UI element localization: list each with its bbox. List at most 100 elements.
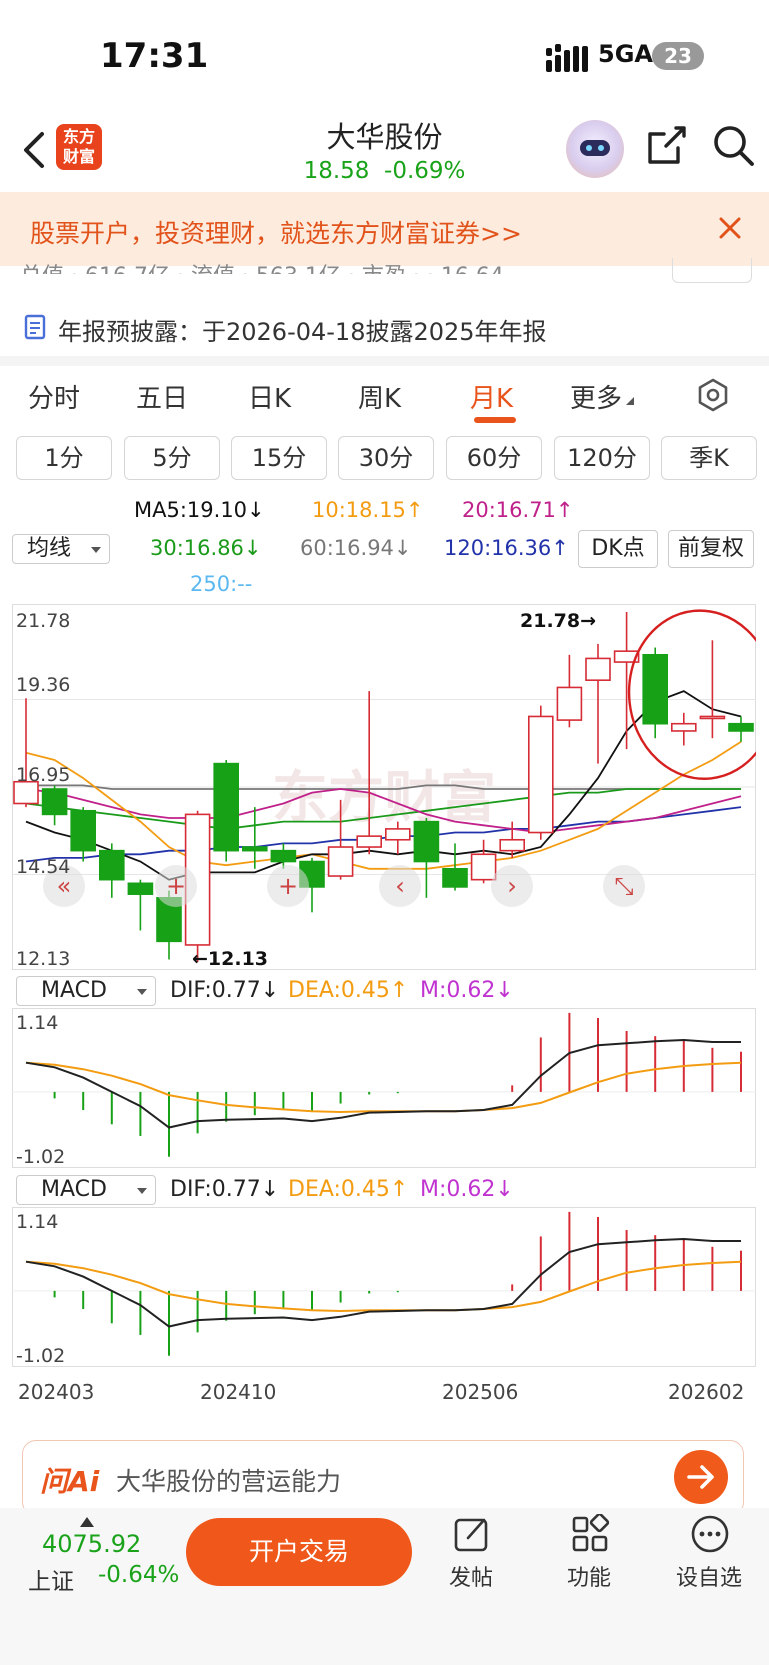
ma250-label: 250:-- bbox=[190, 572, 253, 596]
candle-body bbox=[70, 809, 97, 852]
close-icon[interactable] bbox=[716, 214, 744, 246]
candle-body bbox=[242, 846, 268, 852]
active-tab-indicator bbox=[474, 417, 516, 423]
candle-body bbox=[442, 867, 468, 888]
expand-icon-glyph: ⤡ bbox=[614, 872, 633, 900]
chevron-right-icon-glyph: › bbox=[507, 872, 517, 900]
tab-more[interactable]: 更多 bbox=[570, 378, 636, 415]
section-divider bbox=[0, 356, 769, 366]
period-120min[interactable]: 120分 bbox=[554, 436, 650, 480]
period-1min[interactable]: 1分 bbox=[16, 436, 112, 480]
y-tick-3: 16.95 bbox=[16, 764, 71, 786]
period-30min[interactable]: 30分 bbox=[338, 436, 434, 480]
ma10-label: 10:18.15↑ bbox=[312, 498, 424, 522]
tab-daily-k[interactable]: 日K bbox=[248, 378, 291, 415]
network-type: 5GA bbox=[598, 40, 653, 68]
ma60-label: 60:16.94↓ bbox=[300, 536, 412, 560]
search-icon[interactable] bbox=[712, 124, 756, 172]
candle-body bbox=[470, 853, 497, 881]
candle-body bbox=[99, 849, 125, 881]
kline-chart[interactable]: 东方财富« + + ‹ › ⤡ bbox=[12, 604, 756, 970]
period-5min[interactable]: 5分 bbox=[124, 436, 220, 480]
tab-more-label: 更多 bbox=[570, 384, 623, 414]
more-button-partial[interactable] bbox=[672, 258, 752, 283]
period-60min[interactable]: 60分 bbox=[446, 436, 542, 480]
ai-assistant-avatar[interactable] bbox=[566, 120, 624, 178]
edit-post-icon[interactable] bbox=[452, 1514, 492, 1558]
dea-label: DEA:0.45↑ bbox=[288, 978, 409, 1003]
candle-body bbox=[728, 722, 754, 732]
m-label: M:0.62↓ bbox=[420, 978, 514, 1003]
dif-label-2: DIF:0.77↓ bbox=[170, 1177, 280, 1202]
candle-body bbox=[585, 657, 611, 681]
y-tick-1: 21.78 bbox=[16, 610, 71, 632]
grid-icon[interactable] bbox=[570, 1512, 610, 1558]
ai-logo: 问Ai bbox=[40, 1465, 100, 1498]
annual-report-notice[interactable]: 年报预披露：于2026-04-18披露2025年年报 bbox=[58, 312, 547, 347]
gear-icon[interactable] bbox=[696, 378, 730, 416]
chevron-left-icon-glyph: ‹ bbox=[395, 872, 405, 900]
dropdown-caret-icon bbox=[137, 989, 147, 995]
tab-weekly-k[interactable]: 周K bbox=[358, 378, 401, 415]
status-time: 17:31 bbox=[100, 36, 209, 76]
dif-line bbox=[25, 1237, 741, 1328]
index-change[interactable]: -0.64% bbox=[98, 1562, 179, 1588]
macd-select-label: MACD bbox=[41, 1177, 107, 1202]
period-15min[interactable]: 15分 bbox=[231, 436, 327, 480]
index-value[interactable]: 4075.92 bbox=[42, 1530, 141, 1558]
macd-y-min: -1.02 bbox=[16, 1146, 66, 1168]
dropdown-caret-icon bbox=[91, 547, 101, 553]
dk-point-label: DK点 bbox=[591, 536, 645, 561]
macd-select-label: MACD bbox=[41, 978, 107, 1003]
candle-body bbox=[127, 882, 154, 895]
min-price-label: ←12.13 bbox=[192, 948, 269, 970]
valuation-row-partial: 总值 · 616.7亿 · 流值 · 563.1亿 · 市盈 · · 16.64 bbox=[20, 258, 504, 274]
stock-change: -0.69% bbox=[384, 158, 466, 184]
dk-point-button[interactable]: DK点 bbox=[578, 530, 658, 568]
triangle-icon bbox=[626, 397, 635, 405]
index-name[interactable]: 上证 bbox=[28, 1562, 74, 1596]
macd-chart[interactable] bbox=[12, 1008, 756, 1168]
tab-intraday[interactable]: 分时 bbox=[28, 378, 80, 415]
candle-body bbox=[384, 828, 411, 841]
candle-body bbox=[356, 835, 383, 848]
m-label-2: M:0.62↓ bbox=[420, 1177, 514, 1202]
nav-add-watchlist[interactable]: 设自选 bbox=[664, 1560, 754, 1592]
macd-y-max-2: 1.14 bbox=[16, 1211, 59, 1233]
y-tick-4: 14.54 bbox=[16, 856, 71, 878]
macd-select-2[interactable]: MACD bbox=[16, 1175, 156, 1205]
tab-monthly-k[interactable]: 月K bbox=[470, 378, 513, 415]
x-tick-3: 202506 bbox=[442, 1380, 519, 1404]
candle-body bbox=[327, 846, 354, 877]
ai-prompt-text[interactable]: 大华股份的营运能力 bbox=[116, 1462, 341, 1498]
arrow-right-icon[interactable] bbox=[674, 1450, 728, 1504]
macd-frame bbox=[12, 1008, 756, 1168]
macd-chart-2[interactable] bbox=[12, 1207, 756, 1367]
macd-frame bbox=[12, 1207, 756, 1367]
x-tick-4: 202602 bbox=[668, 1380, 745, 1404]
stock-price: 18.58 bbox=[303, 158, 370, 184]
candle-body bbox=[527, 715, 554, 834]
ma5-label: MA5:19.10↓ bbox=[134, 498, 265, 522]
nav-post[interactable]: 发帖 bbox=[426, 1560, 516, 1592]
more-dots-icon[interactable] bbox=[690, 1514, 730, 1558]
macd-select[interactable]: MACD bbox=[16, 976, 156, 1006]
open-account-trade-button[interactable]: 开户交易 bbox=[186, 1518, 412, 1586]
tab-five-day[interactable]: 五日 bbox=[136, 378, 188, 415]
candle-body bbox=[699, 715, 726, 720]
plus-icon-glyph: + bbox=[166, 872, 186, 900]
period-quarterly[interactable]: 季K bbox=[661, 436, 757, 480]
max-price-label: 21.78→ bbox=[520, 610, 597, 632]
candle-body bbox=[213, 762, 239, 852]
x-tick-2: 202410 bbox=[200, 1380, 277, 1404]
nav-functions[interactable]: 功能 bbox=[544, 1560, 634, 1592]
plus-icon-glyph: + bbox=[278, 872, 298, 900]
indicator-select[interactable]: 均线 bbox=[12, 534, 110, 564]
promo-banner-text[interactable]: 股票开户，投资理财，就选东方财富证券>> bbox=[30, 214, 522, 250]
candle-body bbox=[556, 686, 583, 721]
adjust-mode-button[interactable]: 前复权 bbox=[668, 530, 754, 568]
share-icon[interactable] bbox=[646, 124, 688, 170]
signal-icon bbox=[546, 44, 592, 76]
y-tick-5: 12.13 bbox=[16, 948, 71, 970]
dea-line bbox=[25, 1061, 742, 1114]
